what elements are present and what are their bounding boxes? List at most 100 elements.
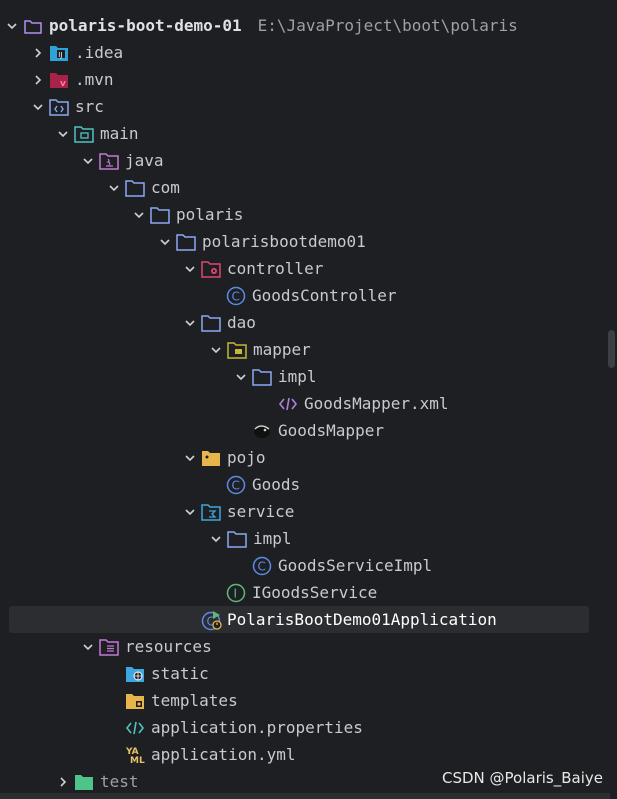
tree-row-service[interactable]: service — [0, 498, 600, 525]
watermark: CSDN @Polaris_Baiye — [442, 769, 603, 787]
test-folder-icon — [73, 768, 95, 795]
test-label: test — [100, 772, 139, 791]
tree-row-templates[interactable]: templates — [0, 687, 600, 714]
tree-row-application-properties[interactable]: application.properties — [0, 714, 600, 741]
goods-mapper-xml-label: GoodsMapper.xml — [304, 394, 449, 413]
web-folder-icon — [124, 660, 146, 687]
chevron-down-icon[interactable] — [231, 363, 251, 390]
vertical-scrollbar[interactable] — [608, 330, 615, 368]
src-label: src — [75, 97, 104, 116]
chevron-down-icon[interactable] — [180, 309, 200, 336]
maven-folder-icon: v — [48, 66, 70, 93]
polarisbootdemo01-label: polarisbootdemo01 — [202, 232, 366, 251]
com-label: com — [151, 178, 180, 197]
tree-row-resources[interactable]: resources — [0, 633, 600, 660]
service-impl-label: impl — [253, 529, 292, 548]
tree-row-service-impl[interactable]: impl — [0, 525, 600, 552]
svg-text:ML: ML — [130, 756, 145, 765]
chevron-down-icon[interactable] — [78, 633, 98, 660]
package-folder-icon — [149, 201, 171, 228]
project-name: polaris-boot-demo-01 — [49, 16, 242, 35]
tree-row-mvn[interactable]: v .mvn — [0, 66, 600, 93]
package-folder-icon — [124, 174, 146, 201]
package-folder-icon — [200, 309, 222, 336]
tree-row-idea[interactable]: IJ .idea — [0, 39, 600, 66]
chevron-down-icon[interactable] — [180, 498, 200, 525]
chevron-down-icon[interactable] — [129, 201, 149, 228]
tree-row-mapper[interactable]: mapper — [0, 336, 600, 363]
package-folder-icon — [226, 525, 248, 552]
templates-folder-icon — [124, 687, 146, 714]
goods-controller-label: GoodsController — [252, 286, 397, 305]
yaml-file-icon: YA ML — [124, 741, 146, 768]
svg-text:I: I — [234, 586, 238, 600]
project-path: E:\JavaProject\boot\polaris — [257, 16, 518, 35]
tree-row-pojo[interactable]: pojo — [0, 444, 600, 471]
chevron-down-icon[interactable] — [2, 12, 22, 39]
goods-service-impl-label: GoodsServiceImpl — [278, 556, 433, 575]
chevron-down-icon[interactable] — [53, 120, 73, 147]
class-icon: C — [225, 471, 247, 498]
chevron-down-icon[interactable] — [180, 444, 200, 471]
chevron-down-icon[interactable] — [206, 336, 226, 363]
java-source-folder-icon — [98, 147, 120, 174]
tree-row-polaris[interactable]: polaris — [0, 201, 600, 228]
application-yml-label: application.yml — [151, 745, 296, 764]
mapper-impl-label: impl — [278, 367, 317, 386]
tree-row-goods-controller[interactable]: C GoodsController — [0, 282, 600, 309]
main-label: main — [100, 124, 139, 143]
tree-row-static[interactable]: static — [0, 660, 600, 687]
package-folder-icon — [175, 228, 197, 255]
application-class-label: PolarisBootDemo01Application — [227, 610, 497, 629]
chevron-right-icon[interactable] — [28, 39, 48, 66]
tree-row-controller[interactable]: controller — [0, 255, 600, 282]
chevron-down-icon[interactable] — [180, 255, 200, 282]
mapper-folder-icon — [226, 336, 248, 363]
project-tree: polaris-boot-demo-01 E:\JavaProject\boot… — [0, 0, 617, 799]
chevron-down-icon[interactable] — [155, 228, 175, 255]
tree-row-src[interactable]: src — [0, 93, 600, 120]
chevron-down-icon[interactable] — [206, 525, 226, 552]
controller-folder-icon — [200, 255, 222, 282]
chevron-right-icon[interactable] — [53, 768, 73, 795]
tree-row-main[interactable]: main — [0, 120, 600, 147]
svg-text:IJ: IJ — [58, 51, 62, 59]
tree-row-dao[interactable]: dao — [0, 309, 600, 336]
controller-label: controller — [227, 259, 324, 278]
svg-text:C: C — [232, 289, 240, 303]
service-label: service — [227, 502, 295, 521]
goods-label: Goods — [252, 475, 301, 494]
tree-row-com[interactable]: com — [0, 174, 600, 201]
tree-row-goods-service-impl[interactable]: C GoodsServiceImpl — [0, 552, 600, 579]
svg-text:v: v — [60, 79, 66, 89]
chevron-down-icon[interactable] — [28, 93, 48, 120]
tree-row-goods-mapper[interactable]: GoodsMapper — [0, 417, 600, 444]
idea-label: .idea — [75, 43, 124, 62]
tree-row-igoods-service[interactable]: I IGoodsService — [0, 579, 600, 606]
tree-row-application-class[interactable]: C PolarisBootDemo01Application — [0, 606, 600, 633]
pojo-folder-icon — [200, 444, 222, 471]
polaris-label: polaris — [176, 205, 244, 224]
tree-row-mapper-impl[interactable]: impl — [0, 363, 600, 390]
pojo-label: pojo — [227, 448, 266, 467]
tree-row-polarisbootdemo01[interactable]: polarisbootdemo01 — [0, 228, 600, 255]
tree-row-application-yml[interactable]: YA ML application.yml — [0, 741, 600, 768]
igoods-service-label: IGoodsService — [252, 583, 378, 602]
tree-row-project[interactable]: polaris-boot-demo-01 E:\JavaProject\boot… — [0, 12, 600, 39]
chevron-right-icon[interactable] — [28, 66, 48, 93]
goods-mapper-label: GoodsMapper — [278, 421, 384, 440]
chevron-down-icon[interactable] — [78, 147, 98, 174]
tree-row-goods[interactable]: C Goods — [0, 471, 600, 498]
horizontal-scrollbar[interactable] — [0, 793, 610, 799]
tree-row-goods-mapper-xml[interactable]: GoodsMapper.xml — [0, 390, 600, 417]
mybatis-bird-icon — [251, 417, 273, 444]
spring-boot-class-icon: C — [200, 606, 222, 633]
chevron-down-icon[interactable] — [104, 174, 124, 201]
application-properties-label: application.properties — [151, 718, 363, 737]
source-folder-icon — [48, 93, 70, 120]
xml-file-icon — [277, 390, 299, 417]
templates-label: templates — [151, 691, 238, 710]
java-label: java — [125, 151, 164, 170]
tree-row-java[interactable]: java — [0, 147, 600, 174]
dao-label: dao — [227, 313, 256, 332]
